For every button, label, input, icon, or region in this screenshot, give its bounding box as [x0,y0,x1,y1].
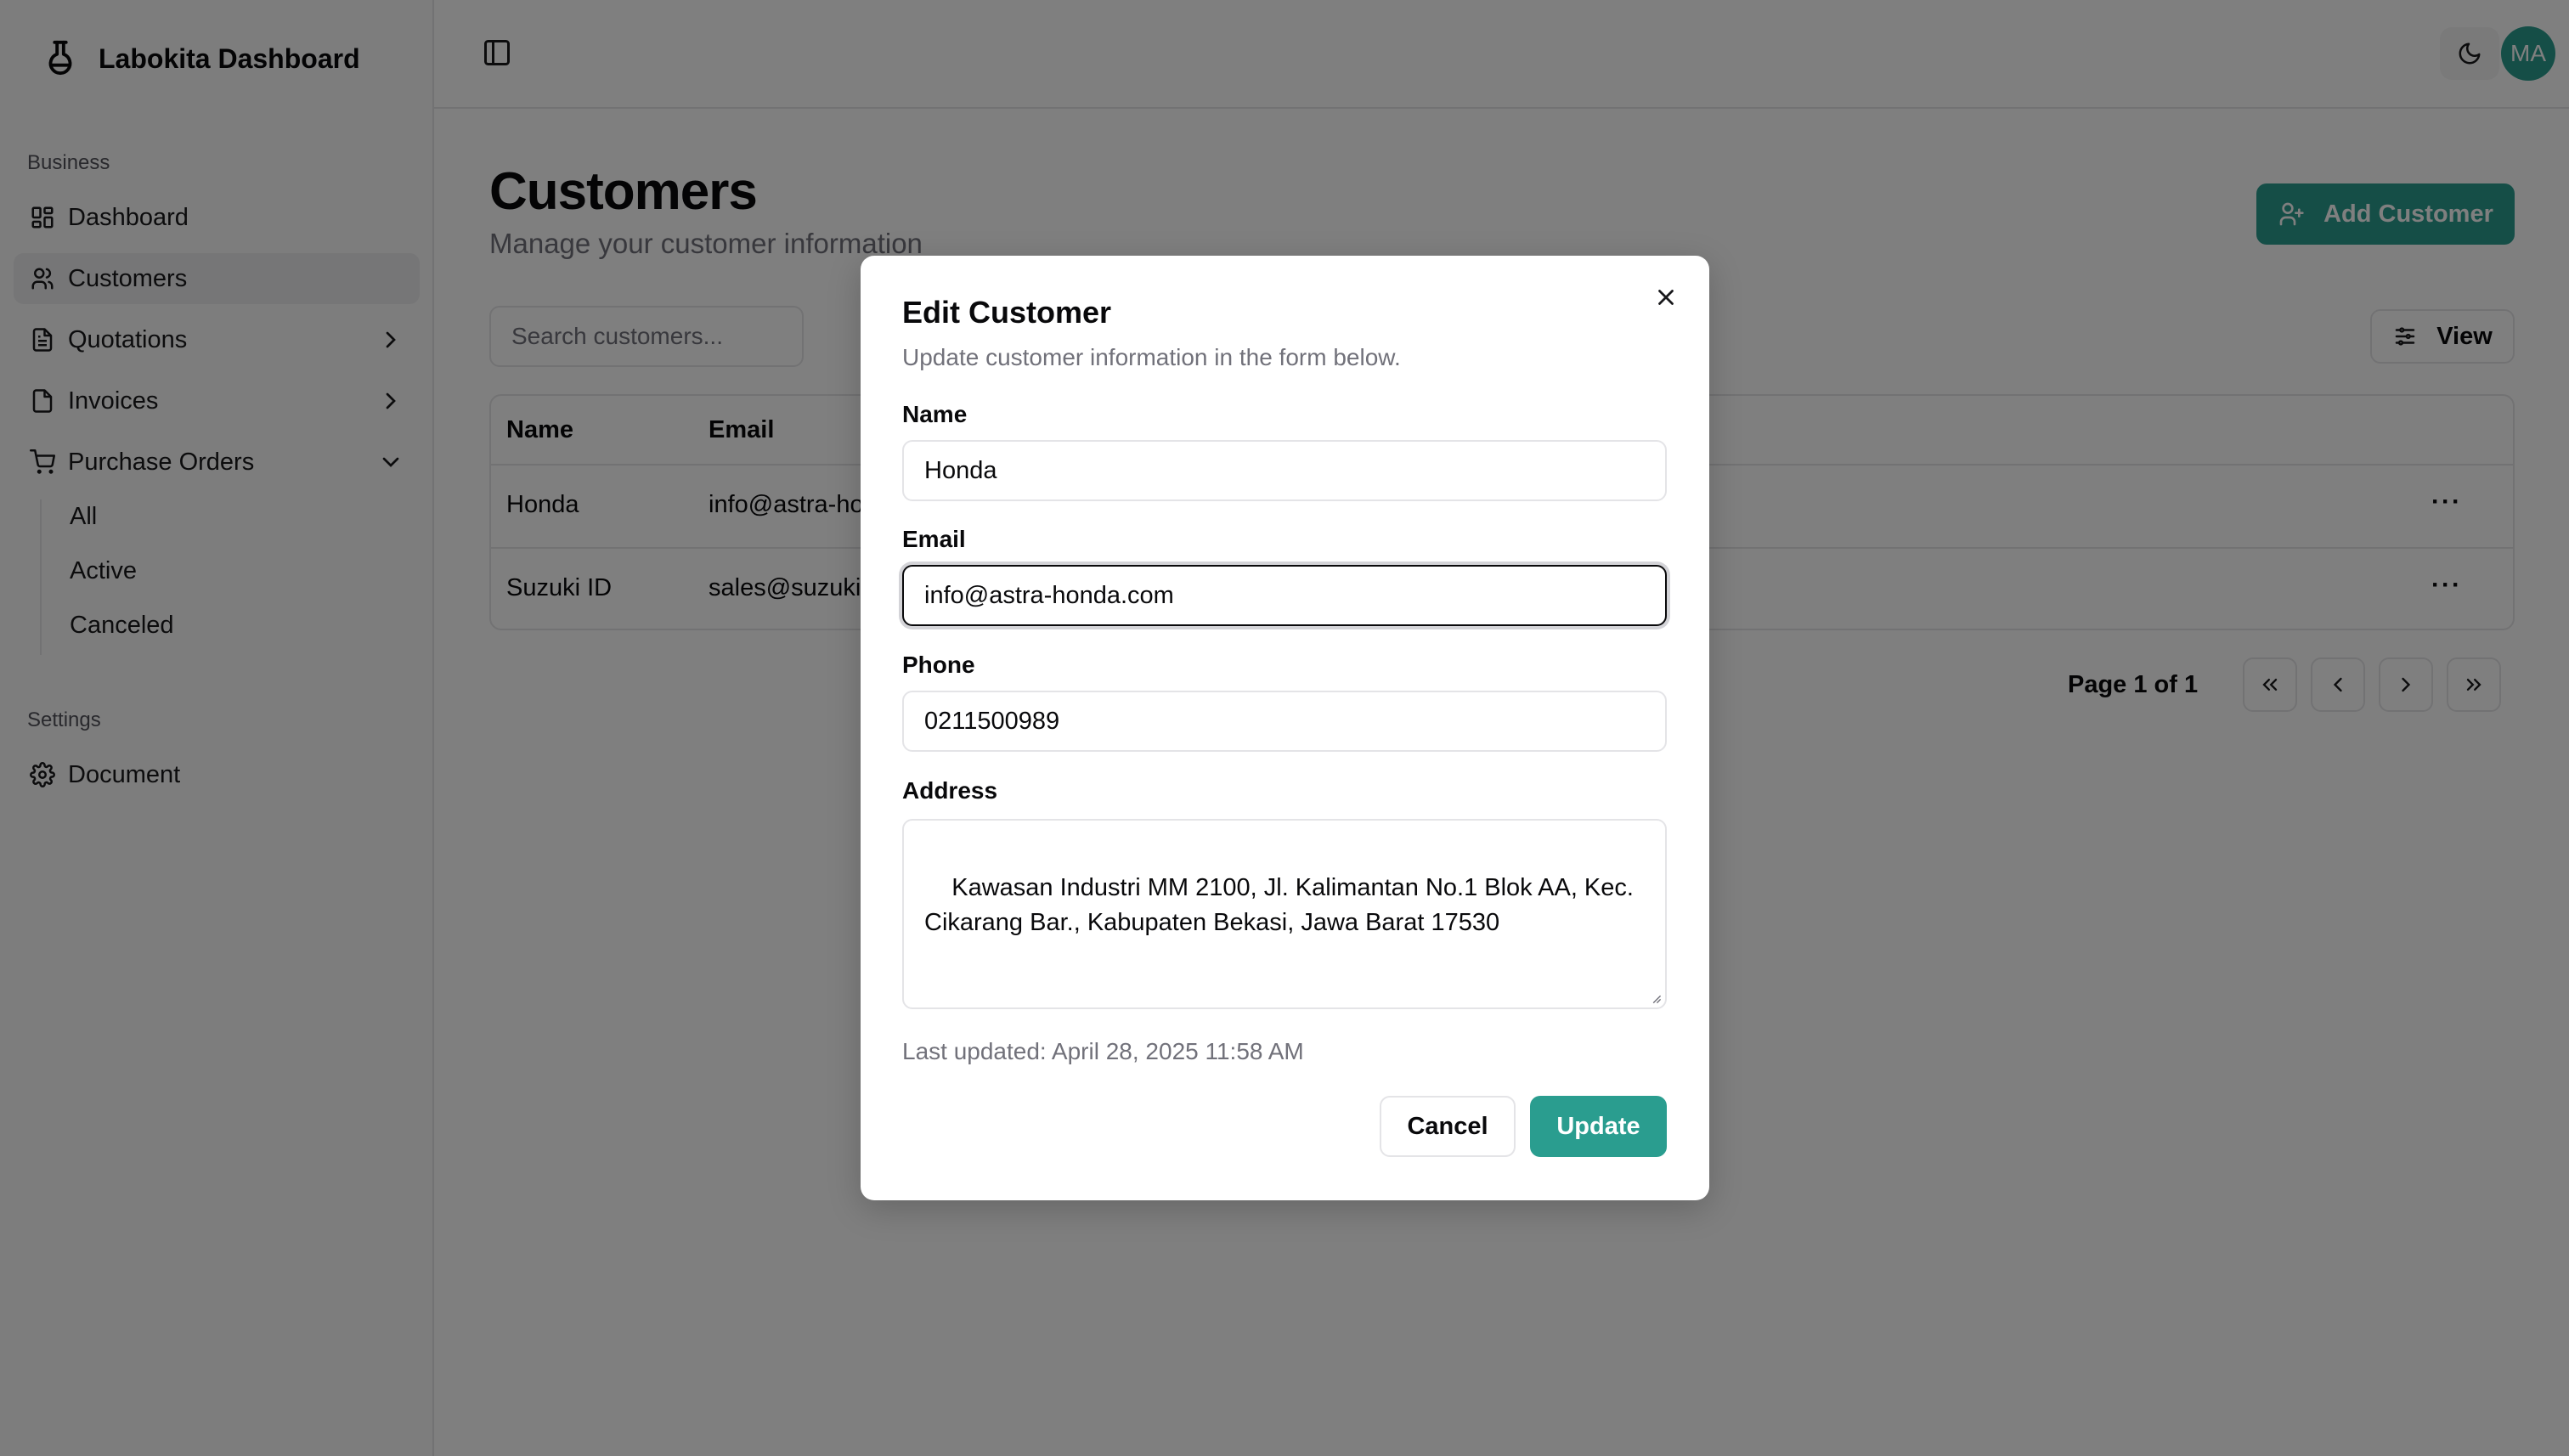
resize-handle-icon[interactable] [1650,992,1662,1004]
address-label: Address [902,777,998,804]
close-icon[interactable] [1653,285,1679,310]
name-label: Name [902,401,968,427]
edit-customer-dialog: Edit Customer Update customer informatio… [861,256,1709,1200]
address-textarea[interactable]: Kawasan Industri MM 2100, Jl. Kalimantan… [902,819,1667,1009]
phone-label: Phone [902,652,975,678]
update-button[interactable]: Update [1530,1096,1667,1157]
phone-field[interactable]: 0211500989 [902,691,1667,752]
dialog-title: Edit Customer [902,295,1112,330]
dialog-description: Update customer information in the form … [902,344,1401,370]
name-field[interactable]: Honda [902,440,1667,501]
email-label: Email [902,526,966,552]
email-field[interactable]: info@astra-honda.com [902,565,1667,626]
last-updated-text: Last updated: April 28, 2025 11:58 AM [902,1038,1304,1064]
cancel-button[interactable]: Cancel [1380,1096,1516,1157]
address-text: Kawasan Industri MM 2100, Jl. Kalimantan… [924,874,1634,936]
